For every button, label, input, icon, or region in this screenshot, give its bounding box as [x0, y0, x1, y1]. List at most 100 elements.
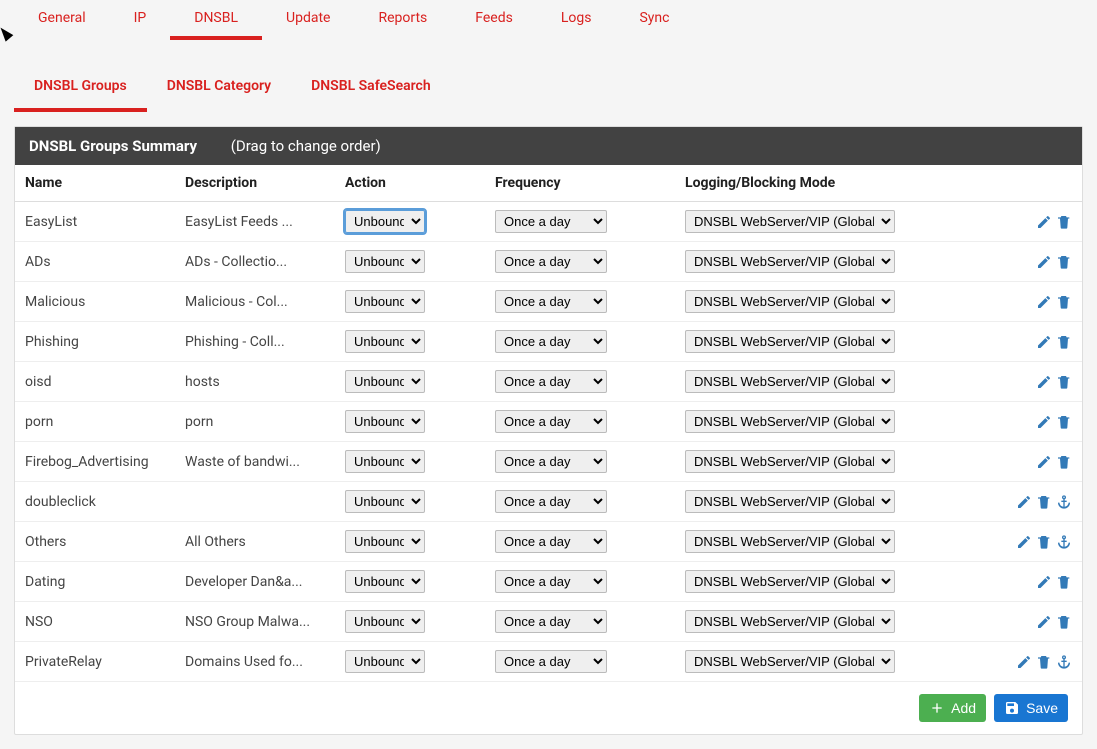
tab-reports[interactable]: Reports: [354, 0, 451, 40]
edit-icon[interactable]: [1036, 614, 1052, 630]
table-row[interactable]: NSONSO Group Malwa...UnboundOnce a dayDN…: [15, 602, 1082, 642]
frequency-select[interactable]: Once a day: [495, 250, 607, 273]
action-select[interactable]: Unbound: [345, 210, 425, 233]
edit-icon[interactable]: [1036, 414, 1052, 430]
table-row[interactable]: EasyListEasyList Feeds ...UnboundOnce a …: [15, 202, 1082, 242]
cell-name: PrivateRelay: [15, 642, 175, 682]
mode-select[interactable]: DNSBL WebServer/VIP (Global): [685, 490, 895, 513]
anchor-icon[interactable]: [1056, 534, 1072, 550]
table-row[interactable]: PrivateRelayDomains Used fo... Unbound Onc…: [15, 642, 1082, 682]
subtab-dnsbl-safesearch[interactable]: DNSBL SafeSearch: [291, 68, 451, 112]
frequency-select[interactable]: Once a day: [495, 290, 607, 313]
mode-select[interactable]: DNSBL WebServer/VIP (Global): [685, 650, 895, 673]
action-select[interactable]: Unbound: [345, 610, 425, 633]
cell-name: Firebog_Advertising: [15, 442, 175, 482]
delete-icon[interactable]: [1056, 614, 1072, 630]
edit-icon[interactable]: [1036, 334, 1052, 350]
col-action: Action: [335, 165, 485, 202]
action-select[interactable]: Unbound: [345, 570, 425, 593]
action-select[interactable]: Unbound: [345, 290, 425, 313]
tab-update[interactable]: Update: [262, 0, 354, 40]
tab-sync[interactable]: Sync: [615, 0, 693, 40]
cell-description: Domains Used fo...: [175, 642, 335, 682]
frequency-select[interactable]: Once a day: [495, 570, 607, 593]
edit-icon[interactable]: [1036, 374, 1052, 390]
frequency-select[interactable]: Once a day: [495, 370, 607, 393]
table-row[interactable]: OthersAll Others Unbound Once a day DNSBL W…: [15, 522, 1082, 562]
action-select[interactable]: Unbound: [345, 490, 425, 513]
action-select[interactable]: Unbound: [345, 410, 425, 433]
tab-logs[interactable]: Logs: [537, 0, 616, 40]
mode-select[interactable]: DNSBL WebServer/VIP (Global): [685, 450, 895, 473]
delete-icon[interactable]: [1056, 254, 1072, 270]
frequency-select[interactable]: Once a day: [495, 530, 607, 553]
mode-select[interactable]: DNSBL WebServer/VIP (Global): [685, 410, 895, 433]
frequency-select[interactable]: Once a day: [495, 450, 607, 473]
delete-icon[interactable]: [1036, 534, 1052, 550]
cell-description: All Others: [175, 522, 335, 562]
mode-select[interactable]: DNSBL WebServer/VIP (Global): [685, 370, 895, 393]
tab-dnsbl[interactable]: DNSBL: [170, 0, 262, 40]
action-select[interactable]: Unbound: [345, 530, 425, 553]
table-row[interactable]: PhishingPhishing - Coll...UnboundOnce a …: [15, 322, 1082, 362]
frequency-select[interactable]: Once a day: [495, 210, 607, 233]
table-row[interactable]: pornpornUnboundOnce a dayDNSBL WebServer…: [15, 402, 1082, 442]
delete-icon[interactable]: [1056, 334, 1072, 350]
mode-select[interactable]: DNSBL WebServer/VIP (Global): [685, 530, 895, 553]
save-button[interactable]: Save: [994, 694, 1068, 722]
mode-select[interactable]: DNSBL WebServer/VIP (Global): [685, 250, 895, 273]
action-select[interactable]: Unbound: [345, 650, 425, 673]
delete-icon[interactable]: [1056, 414, 1072, 430]
action-select[interactable]: Unbound: [345, 250, 425, 273]
mode-select[interactable]: DNSBL WebServer/VIP (Global): [685, 610, 895, 633]
cell-name: Malicious: [15, 282, 175, 322]
action-select[interactable]: Unbound: [345, 450, 425, 473]
edit-icon[interactable]: [1036, 574, 1052, 590]
table-row[interactable]: Firebog_AdvertisingWaste of bandwi... Unb…: [15, 442, 1082, 482]
delete-icon[interactable]: [1056, 374, 1072, 390]
subtab-dnsbl-category[interactable]: DNSBL Category: [147, 68, 291, 112]
delete-icon[interactable]: [1056, 294, 1072, 310]
mode-select[interactable]: DNSBL WebServer/VIP (Global): [685, 570, 895, 593]
delete-icon[interactable]: [1056, 454, 1072, 470]
frequency-select[interactable]: Once a day: [495, 650, 607, 673]
tab-feeds[interactable]: Feeds: [451, 0, 537, 40]
table-row[interactable]: ADsADs - Collectio...UnboundOnce a dayDN…: [15, 242, 1082, 282]
cell-name: Others: [15, 522, 175, 562]
action-select[interactable]: Unbound: [345, 370, 425, 393]
delete-icon[interactable]: [1056, 574, 1072, 590]
edit-icon[interactable]: [1036, 294, 1052, 310]
table-row[interactable]: doubleclickUnboundOnce a dayDNSBL WebSer…: [15, 482, 1082, 522]
mode-select[interactable]: DNSBL WebServer/VIP (Global): [685, 330, 895, 353]
table-row[interactable]: oisdhostsUnboundOnce a dayDNSBL WebServe…: [15, 362, 1082, 402]
frequency-select[interactable]: Once a day: [495, 330, 607, 353]
edit-icon[interactable]: [1016, 494, 1032, 510]
mode-select[interactable]: DNSBL WebServer/VIP (Global): [685, 290, 895, 313]
frequency-select[interactable]: Once a day: [495, 610, 607, 633]
edit-icon[interactable]: [1036, 254, 1052, 270]
delete-icon[interactable]: [1036, 654, 1052, 670]
edit-icon[interactable]: [1036, 454, 1052, 470]
dnsbl-groups-panel: DNSBL Groups Summary (Drag to change ord…: [14, 126, 1083, 735]
table-row[interactable]: DatingDeveloper Dan&a...UnboundOnce a da…: [15, 562, 1082, 602]
anchor-icon[interactable]: [1056, 494, 1072, 510]
row-actions: [992, 454, 1072, 470]
edit-icon[interactable]: [1016, 534, 1032, 550]
panel-footer: Add Save: [15, 682, 1082, 734]
table-row[interactable]: MaliciousMalicious - Col...UnboundOnce a…: [15, 282, 1082, 322]
add-button[interactable]: Add: [919, 694, 986, 722]
delete-icon[interactable]: [1056, 214, 1072, 230]
frequency-select[interactable]: Once a day: [495, 410, 607, 433]
tab-ip[interactable]: IP: [110, 0, 171, 40]
action-select[interactable]: Unbound: [345, 330, 425, 353]
tab-general[interactable]: General: [14, 0, 110, 40]
edit-icon[interactable]: [1036, 214, 1052, 230]
edit-icon[interactable]: [1016, 654, 1032, 670]
subtab-dnsbl-groups[interactable]: DNSBL Groups: [14, 68, 147, 112]
delete-icon[interactable]: [1036, 494, 1052, 510]
cell-description: Developer Dan&a...: [175, 562, 335, 602]
anchor-icon[interactable]: [1056, 654, 1072, 670]
cell-description: Waste of bandwi...: [175, 442, 335, 482]
mode-select[interactable]: DNSBL WebServer/VIP (Global): [685, 210, 895, 233]
frequency-select[interactable]: Once a day: [495, 490, 607, 513]
